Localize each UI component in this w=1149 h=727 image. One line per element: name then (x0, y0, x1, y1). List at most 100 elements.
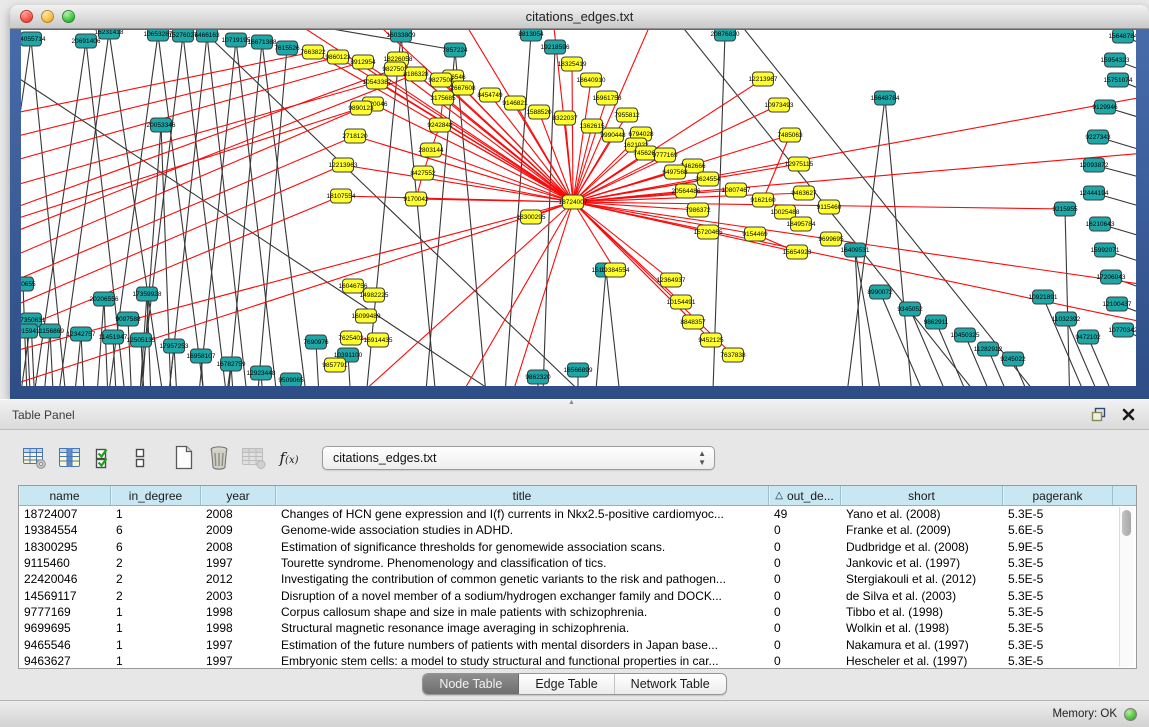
graph-node-label: 2620655 (21, 281, 36, 288)
graph-node-label: 2718120 (342, 133, 368, 140)
graph-node-label: 9463627 (791, 190, 817, 197)
graph-node-label: 10807467 (722, 187, 751, 194)
graph-node-label: 8912954 (350, 59, 376, 66)
graph-node-label: 9170042 (403, 196, 429, 203)
table-cell: Dudbridge et al. (2008) (841, 540, 1003, 554)
graph-node-label: 9862911 (924, 319, 949, 326)
table-cell: Hescheler et al. (1997) (841, 654, 1003, 668)
table-row[interactable]: 969969511998Structural magnetic resonanc… (19, 620, 1136, 636)
graph-node-label: 11451947 (99, 334, 128, 341)
graph-node-label: 9890123 (348, 105, 374, 112)
graph-node-label: 12093872 (1080, 162, 1109, 169)
graph-node-label: 12100437 (1103, 301, 1132, 308)
graph-node-label: 11156869 (36, 328, 64, 335)
table-cell: Genome-wide association studies in ADHD. (276, 523, 769, 537)
graph-node-label: 18495784 (787, 221, 816, 228)
table-row[interactable]: 946554611997Estimation of the future num… (19, 636, 1136, 652)
graph-node-label: 8454749 (477, 92, 503, 99)
table-options-button[interactable] (20, 443, 50, 473)
table-row[interactable]: 1830029562008Estimation of significance … (19, 539, 1136, 555)
graph-node-label: 9097588 (115, 316, 141, 323)
table-row[interactable]: 911546021997Tourette syndrome. Phenomeno… (19, 555, 1136, 571)
close-panel-icon[interactable] (1122, 408, 1135, 421)
column-header-short[interactable]: short (841, 486, 1003, 505)
graph-node-label: 8427552 (410, 170, 436, 177)
column-header-year[interactable]: year (201, 486, 276, 505)
graph-node-label: 16046756 (339, 283, 368, 290)
graph-node-label: 7663822 (300, 49, 326, 56)
table-cell: 1 (111, 638, 201, 652)
graph-node-label: 11282912 (974, 346, 1003, 353)
table-cell: 5.5E-5 (1003, 572, 1113, 586)
table-cell: 9463627 (19, 654, 111, 668)
table-cell: 2 (111, 572, 201, 586)
graph-node-label: 3624554 (695, 176, 721, 183)
show-columns-button[interactable] (55, 443, 85, 473)
table-cell: 1 (111, 621, 201, 635)
column-header-out_de[interactable]: △out_de... (769, 486, 841, 505)
column-header-in_degree[interactable]: in_degree (111, 486, 201, 505)
table-cell: 22420046 (19, 572, 111, 586)
unselect-all-rows-button[interactable] (125, 443, 155, 473)
graph-node-label: 15720465 (694, 229, 723, 236)
table-panel: ▲ Table Panel (0, 399, 1149, 727)
table-cell: Estimation of the future numbers of pati… (276, 638, 769, 652)
table-cell: 2008 (201, 507, 276, 521)
window-titlebar[interactable]: citations_edges.txt (10, 5, 1149, 29)
network-graph[interactable]: 1405571420691406162314181065328715276027… (21, 30, 1136, 386)
import-table-button[interactable] (239, 443, 269, 473)
table-cell: 0 (769, 540, 841, 554)
table-scrollbar-thumb[interactable] (1122, 510, 1131, 536)
column-header-pagerank[interactable]: pagerank (1003, 486, 1113, 505)
graph-node-label: 1362615 (579, 123, 605, 130)
table-tabs: Node TableEdge TableNetwork Table (0, 673, 1149, 695)
graph-node-label: 16566899 (564, 367, 593, 374)
table-cell: Nakamura et al. (1997) (841, 638, 1003, 652)
table-row[interactable]: 2242004622012Investigating the contribut… (19, 571, 1136, 587)
graph-node-label: 16961758 (593, 95, 622, 102)
new-file-button[interactable] (169, 443, 199, 473)
splitter-handle[interactable]: ▲ (568, 399, 575, 406)
delete-table-button[interactable] (204, 443, 234, 473)
table-cell: 5.6E-5 (1003, 523, 1113, 537)
graph-node-label: 9129946 (1092, 104, 1118, 111)
table-cell: Tibbo et al. (1998) (841, 605, 1003, 619)
function-builder-button[interactable]: f(x) (274, 443, 304, 473)
table-cell: 0 (769, 572, 841, 586)
network-canvas[interactable]: 1405571420691406162314181065328715276027… (21, 30, 1136, 386)
float-panel-icon[interactable] (1091, 407, 1108, 422)
graph-node-label: 8813054 (518, 31, 544, 38)
table-row[interactable]: 946362711997Embryonic stem cells: a mode… (19, 653, 1136, 669)
table-row[interactable]: 1938455462009Genome-wide association stu… (19, 522, 1136, 538)
table-row[interactable]: 1456911722003Disruption of a novel membe… (19, 587, 1136, 603)
graph-node-label: 16210643 (1086, 221, 1115, 228)
table-cell: 2008 (201, 540, 276, 554)
tab-network-table[interactable]: Network Table (615, 674, 726, 694)
tab-edge-table[interactable]: Edge Table (519, 674, 614, 694)
table-cell: Disruption of a novel member of a sodium… (276, 589, 769, 603)
tab-node-table[interactable]: Node Table (423, 674, 519, 694)
table-row[interactable]: 977716911998Corpus callosum shape and si… (19, 604, 1136, 620)
table-cell: 18300295 (19, 540, 111, 554)
graph-node-label: 1588520 (526, 109, 552, 116)
table-cell: 2012 (201, 572, 276, 586)
graph-node-label: 9227343 (1085, 134, 1111, 141)
graph-node-label: 9860123 (325, 54, 351, 61)
table-cell: Franke et al. (2009) (841, 523, 1003, 537)
table-cell: 5.3E-5 (1003, 638, 1113, 652)
table-cell: 9115460 (19, 556, 111, 570)
column-header-name[interactable]: name (19, 486, 111, 505)
graph-node-label: 18640910 (577, 77, 606, 84)
table-row[interactable]: 1872400712008Changes of HCN gene express… (19, 506, 1136, 522)
select-all-rows-button[interactable] (90, 443, 120, 473)
graph-node-label: 12364937 (657, 277, 686, 284)
column-header-title[interactable]: title (276, 486, 769, 505)
graph-node-label: 10973493 (765, 102, 794, 109)
table-source-dropdown[interactable]: citations_edges.txt ▲▼ (322, 446, 715, 470)
table-cell: 6 (111, 540, 201, 554)
graph-node-label: 14982225 (360, 292, 389, 299)
graph-node-label: 11032392 (1052, 316, 1081, 323)
table-cell: 5.3E-5 (1003, 507, 1113, 521)
table-scrollbar[interactable] (1119, 507, 1133, 667)
graph-node-label: 20053346 (147, 122, 176, 129)
